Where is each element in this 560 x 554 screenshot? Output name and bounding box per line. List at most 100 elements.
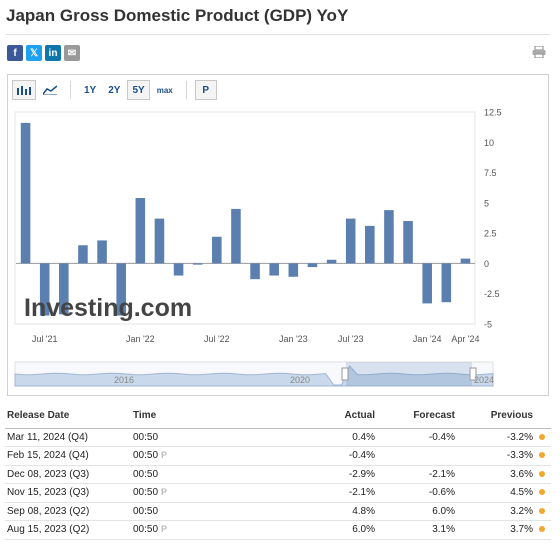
chart-bar[interactable] [231,208,241,264]
previous-cell: 3.7% [455,520,533,540]
navigator[interactable]: 2016 2020 2024 [14,361,494,387]
table-row: Sep 08, 2023 (Q2) 00:50 4.8% 6.0% 3.2% [5,502,551,521]
chart-bar[interactable] [269,263,279,276]
importance-dot-icon [539,470,545,477]
chart-bar[interactable] [154,218,165,264]
actual-cell: -0.4% [253,446,375,466]
release-date-cell: Dec 08, 2023 (Q3) [5,465,133,484]
release-date-cell: Sep 08, 2023 (Q2) [5,502,133,521]
previous-cell: 3.2% [455,502,533,521]
importance-cell [533,428,551,447]
preliminary-icon: P [161,450,168,461]
importance-cell [533,465,551,484]
actual-cell: -2.1% [253,483,375,503]
time-cell: 00:50 P [133,446,253,466]
chart-bar[interactable] [192,263,203,265]
y-tick-label: 10 [484,138,494,148]
col-actual[interactable]: Actual [253,404,375,429]
gdp-bar-chart: 12.5 10 7.5 5 2.5 0 -2.5 -5 Jul '21 Jan '22 Jul '… [14,108,502,387]
time-cell: 00:50 [133,428,253,447]
previous-cell: -3.2% [455,428,533,447]
col-time[interactable]: Time [133,404,253,429]
x-tick-label: Jan '23 [279,334,308,344]
forecast-cell: -2.1% [375,465,455,484]
forecast-cell [375,446,455,466]
y-tick-label: 2.5 [484,229,497,239]
y-tick-label: 12.5 [484,108,502,118]
release-date-cell: Nov 15, 2023 (Q3) [5,483,133,503]
chart-bar[interactable] [78,245,88,264]
actual-cell: -2.9% [253,465,375,484]
forecast-cell: -0.4% [375,428,455,447]
time-cell: 00:50 P [133,520,253,540]
time-cell: 00:50 P [133,483,253,503]
previous-cell: 4.5% [455,483,533,503]
chart-bar[interactable] [460,258,471,264]
chart-bar[interactable] [20,122,31,264]
chart-bar[interactable] [250,263,260,280]
table-row: Nov 15, 2023 (Q3) 00:50 P -2.1% -0.6% 4.5% [5,483,551,503]
navigator-year-label: 2024 [474,375,494,385]
chart-bar[interactable] [326,259,337,264]
importance-dot-icon [539,452,545,459]
chart-bar[interactable] [345,218,356,264]
chart-bar[interactable] [384,210,394,264]
time-cell: 00:50 [133,502,253,521]
col-forecast[interactable]: Forecast [375,404,455,429]
chart-bar[interactable] [173,263,184,276]
importance-dot-icon [539,507,545,514]
importance-cell [533,520,551,540]
release-table: Release Date Time Actual Forecast Previo… [5,404,551,540]
table-row: Feb 15, 2024 (Q4) 00:50 P -0.4% -3.3% [5,446,551,466]
release-date-cell: Mar 11, 2024 (Q4) [5,428,133,447]
time-cell: 00:50 [133,465,253,484]
y-tick-label: -2.5 [484,289,500,299]
watermark-logo: Investing.com [24,294,192,322]
table-row: Dec 08, 2023 (Q3) 00:50 -2.9% -2.1% 3.6% [5,465,551,484]
navigator-year-label: 2016 [114,375,134,385]
preliminary-icon: P [161,487,168,498]
x-tick-label: Apr '24 [451,334,479,344]
forecast-cell: 6.0% [375,502,455,521]
table-header-row: Release Date Time Actual Forecast Previo… [5,404,551,429]
previous-cell: 3.6% [455,465,533,484]
y-tick-label: 5 [484,198,489,208]
y-tick-label: 7.5 [484,168,497,178]
chart-bar[interactable] [97,240,107,264]
navigator-left-handle[interactable] [341,367,349,381]
chart-bar[interactable] [403,221,413,264]
navigator-year-label: 2020 [290,375,310,385]
actual-cell: 4.8% [253,502,375,521]
importance-dot-icon [539,526,545,533]
release-date-cell: Feb 15, 2024 (Q4) [5,446,133,466]
x-tick-label: Jan '24 [413,334,442,344]
table-row: Aug 15, 2023 (Q2) 00:50 P 6.0% 3.1% 3.7% [5,520,551,540]
importance-cell [533,446,551,466]
importance-dot-icon [539,433,545,440]
table-row: Mar 11, 2024 (Q4) 00:50 0.4% -0.4% -3.2% [5,428,551,447]
y-tick-label: -5 [484,320,492,330]
chart-bar[interactable] [441,263,452,303]
actual-cell: 0.4% [253,428,375,447]
importance-cell [533,483,551,503]
col-release-date[interactable]: Release Date [5,404,133,429]
col-previous[interactable]: Previous [455,404,533,429]
importance-dot-icon [539,489,545,496]
forecast-cell: -0.6% [375,483,455,503]
x-tick-label: Jul '21 [32,334,58,344]
chart-bar[interactable] [288,263,299,277]
forecast-cell: 3.1% [375,520,455,540]
chart-bar[interactable] [212,236,222,264]
x-tick-label: Jul '22 [204,334,230,344]
preliminary-icon: P [161,524,168,535]
previous-cell: -3.3% [455,446,533,466]
chart-bar[interactable] [365,225,375,264]
chart-bar[interactable] [135,198,146,264]
col-importance [533,404,551,429]
x-tick-label: Jul '23 [338,334,364,344]
y-tick-label: 0 [484,259,489,269]
importance-cell [533,502,551,521]
chart-bar[interactable] [422,263,432,304]
x-tick-label: Jan '22 [126,334,155,344]
chart-bar[interactable] [307,263,318,268]
